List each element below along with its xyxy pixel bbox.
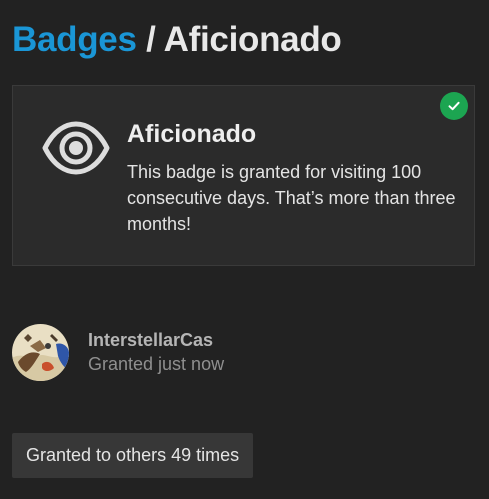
breadcrumb: Badges / Aficionado xyxy=(12,18,342,62)
page-title: Aficionado xyxy=(163,20,342,59)
breadcrumb-separator: / xyxy=(146,20,156,59)
check-circle-icon xyxy=(440,92,468,120)
eye-icon xyxy=(42,118,110,178)
badge-card: Aficionado This badge is granted for vis… xyxy=(12,85,475,266)
badge-grant-row: InterstellarCas Granted just now xyxy=(12,324,472,382)
badge-title: Aficionado xyxy=(127,120,257,148)
username-link[interactable]: InterstellarCas xyxy=(88,328,213,352)
breadcrumb-badges-link[interactable]: Badges xyxy=(12,20,137,59)
badge-page: Badges / Aficionado Aficionado This badg… xyxy=(0,0,489,499)
granted-to-others-button[interactable]: Granted to others 49 times xyxy=(12,433,254,478)
granted-time: Granted just now xyxy=(88,354,225,374)
badge-description: This badge is granted for visiting 100 c… xyxy=(127,162,456,234)
avatar[interactable] xyxy=(12,324,69,381)
